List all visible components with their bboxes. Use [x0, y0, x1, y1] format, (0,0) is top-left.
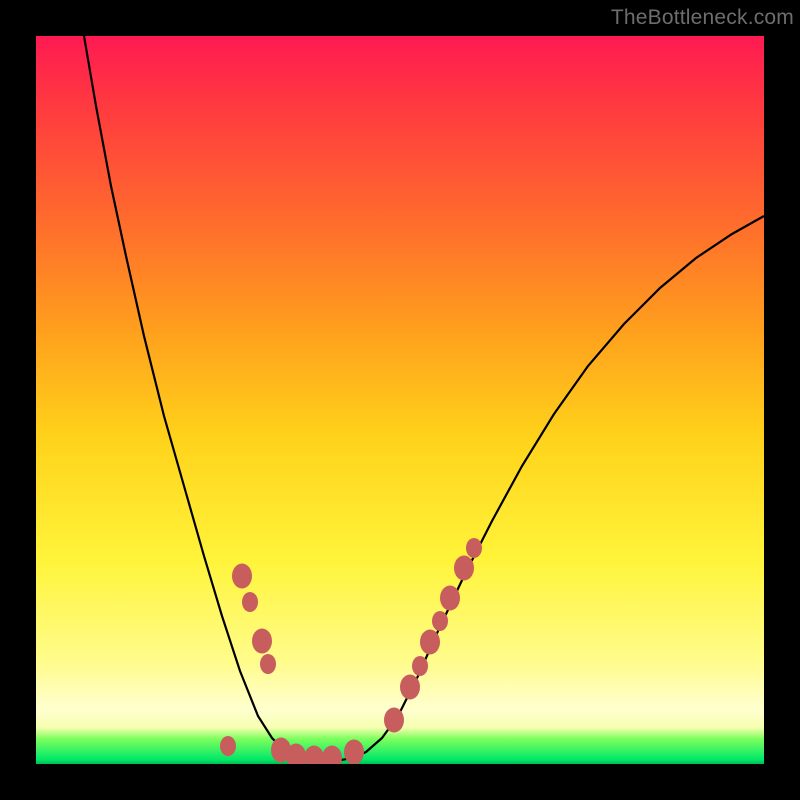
curve-marker	[322, 746, 342, 765]
curve-marker	[344, 740, 364, 765]
curve-marker	[420, 630, 440, 655]
curve-marker	[220, 736, 236, 756]
curve-marker	[412, 656, 428, 676]
curve-marker	[466, 538, 482, 558]
curve-marker	[232, 564, 252, 589]
curve-marker	[432, 611, 448, 631]
curve-marker	[384, 708, 404, 733]
curve-marker	[400, 675, 420, 700]
curve-marker	[260, 654, 276, 674]
plot-area	[36, 36, 764, 764]
figure-root: TheBottleneck.com	[0, 0, 800, 800]
bottleneck-curve	[84, 36, 764, 761]
curve-marker	[242, 592, 258, 612]
watermark-text: TheBottleneck.com	[611, 6, 794, 30]
curve-marker	[304, 746, 324, 765]
curve-markers	[220, 538, 482, 764]
curve-marker	[454, 556, 474, 581]
curve-marker	[440, 586, 460, 611]
chart-svg	[36, 36, 764, 764]
curve-marker	[252, 629, 272, 654]
